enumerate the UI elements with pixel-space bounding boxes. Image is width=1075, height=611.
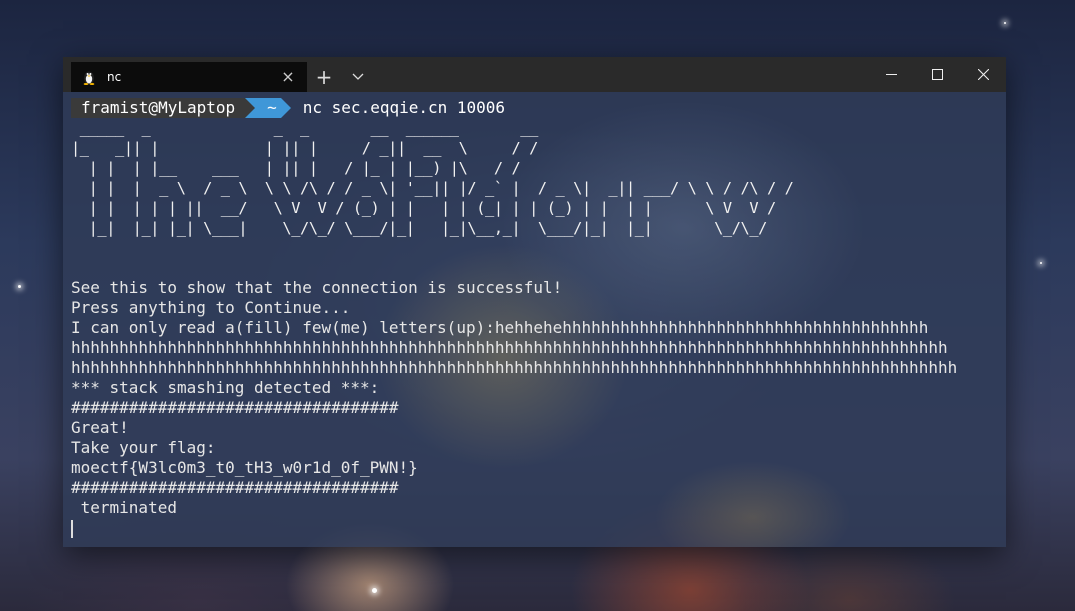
close-button[interactable] [960, 57, 1006, 92]
new-tab-button[interactable]: + [307, 62, 341, 92]
cursor-line [71, 518, 1006, 538]
output-line: Take your flag: [71, 438, 216, 457]
output-line: See this to show that the connection is … [71, 278, 563, 297]
output-line: hhhhhhhhhhhhhhhhhhhhhhhhhhhhhhhhhhhhhhhh… [71, 338, 948, 357]
output-line: ################################## [71, 398, 399, 417]
background-star [18, 285, 21, 288]
background-star [1004, 22, 1006, 24]
prompt-separator-icon [280, 98, 291, 118]
output-line: terminated [71, 498, 177, 517]
tab-title: nc [107, 70, 122, 84]
linux-penguin-icon [81, 69, 97, 85]
output-line: Press anything to Continue... [71, 298, 351, 317]
window-controls [868, 57, 1006, 92]
text-cursor [71, 519, 73, 538]
terminal-window: nc × + framist@MyLaptop ~ nc sec.eqqie.c… [63, 57, 1006, 547]
title-bar[interactable]: nc × + [63, 57, 1006, 92]
output-line: hhhhhhhhhhhhhhhhhhhhhhhhhhhhhhhhhhhhhhhh… [71, 358, 958, 377]
background-star [1040, 262, 1042, 264]
shell-prompt: framist@MyLaptop ~ nc sec.eqqie.cn 10006 [71, 98, 1006, 118]
ascii-art-banner: _____ _ _ _ __ ______ __ |_ _|| | | || |… [71, 119, 794, 237]
chevron-down-icon[interactable] [341, 62, 375, 92]
tab-close-icon[interactable]: × [279, 69, 297, 85]
output-line: ################################## [71, 478, 399, 497]
prompt-command: nc sec.eqqie.cn 10006 [302, 98, 506, 117]
output-line: *** stack smashing detected ***: [71, 378, 380, 397]
output-line: Great! [71, 418, 129, 437]
terminal-output[interactable]: framist@MyLaptop ~ nc sec.eqqie.cn 10006… [63, 92, 1006, 547]
flag-line: moectf{W3lc0m3_t0_tH3_w0r1d_0f_PWN!} [71, 458, 418, 477]
tab-nc[interactable]: nc × [71, 62, 307, 92]
prompt-user-host: framist@MyLaptop [71, 98, 246, 118]
prompt-directory: ~ [255, 98, 281, 118]
prompt-separator-icon [245, 98, 256, 118]
background-star [372, 588, 377, 593]
minimize-button[interactable] [868, 57, 914, 92]
maximize-button[interactable] [914, 57, 960, 92]
output-line: I can only read a(fill) few(me) letters(… [71, 318, 929, 337]
